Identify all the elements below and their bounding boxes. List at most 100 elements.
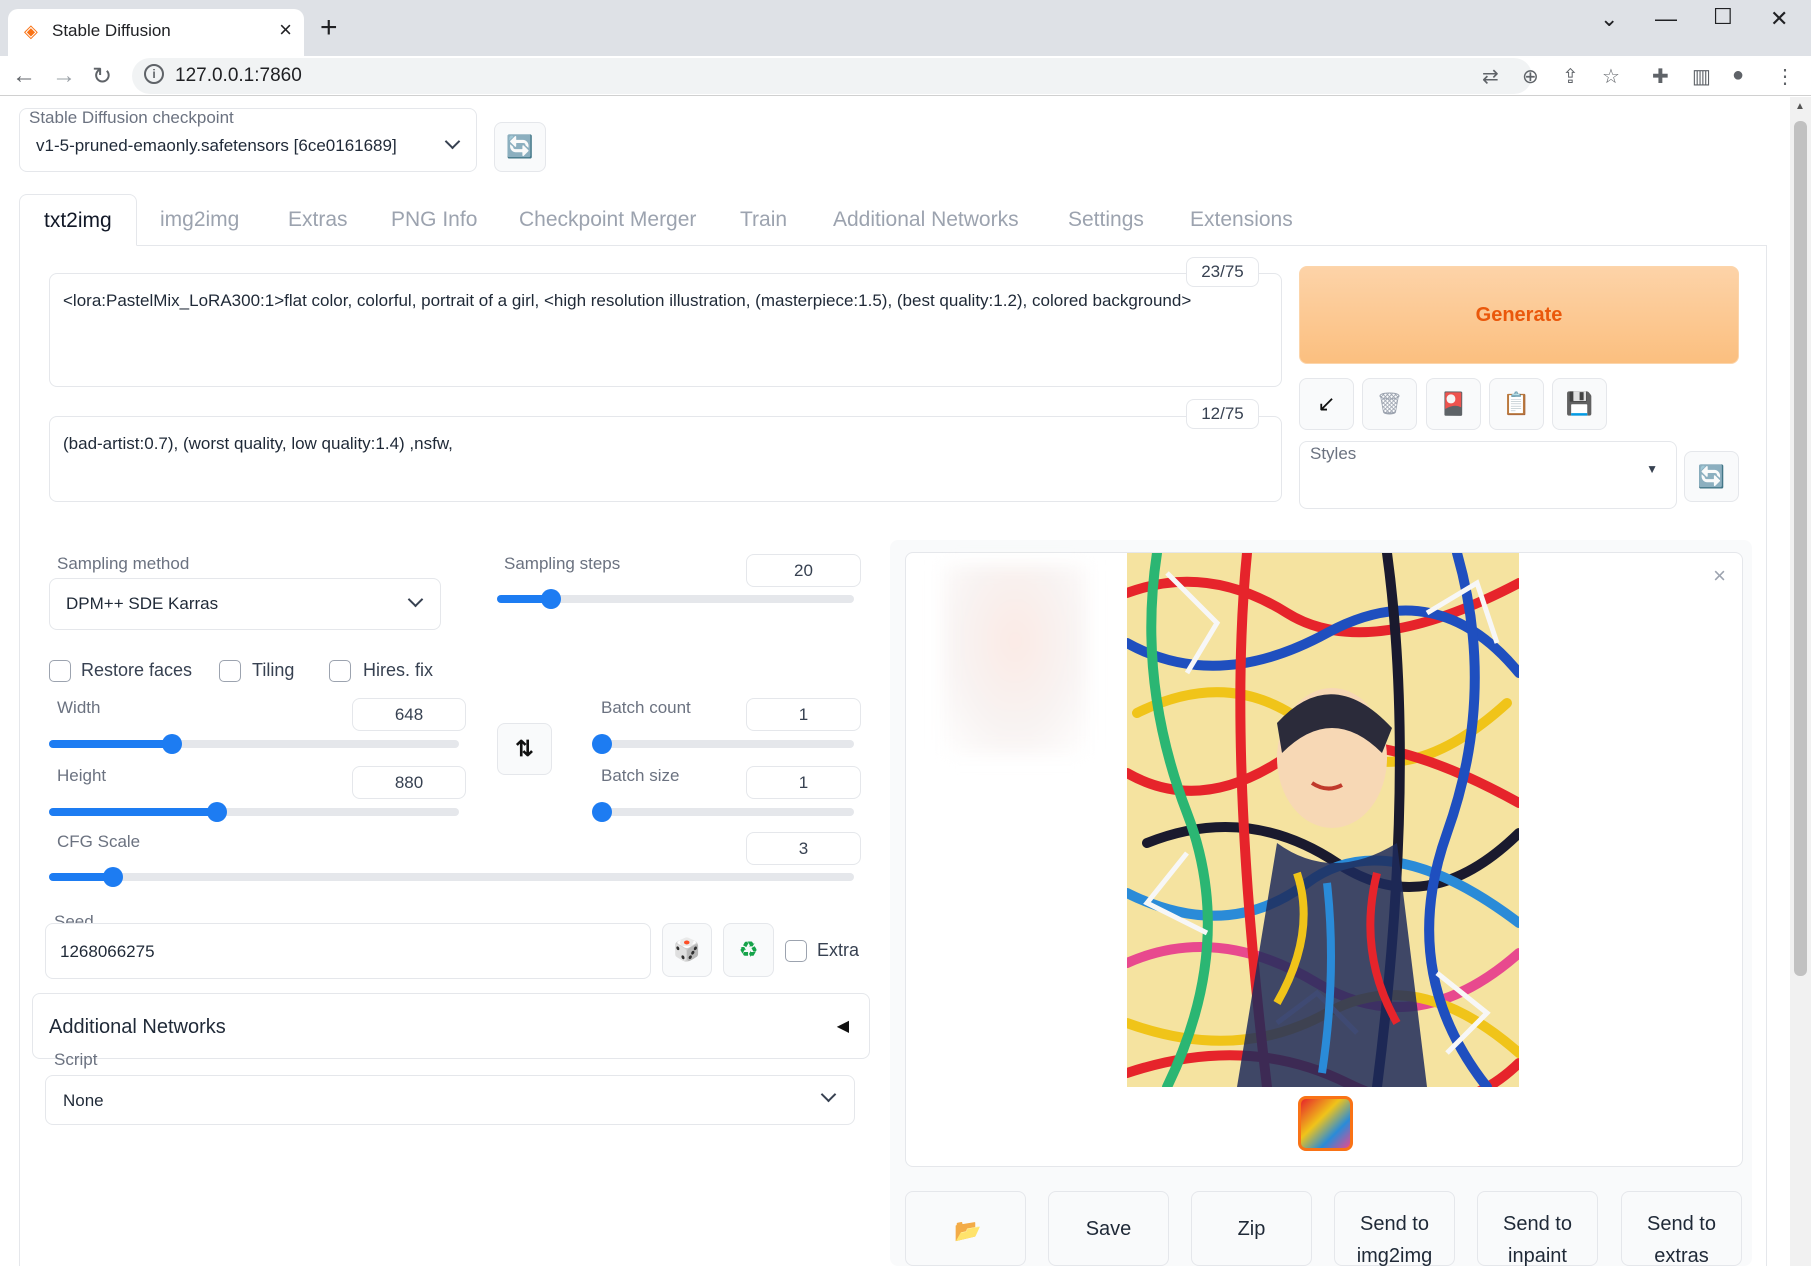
styles-label: Styles [1310, 444, 1357, 463]
folder-icon: 📂 [954, 1218, 982, 1243]
negative-prompt-textarea[interactable]: (bad-artist:0.7), (worst quality, low qu… [49, 416, 1282, 502]
open-folder-button[interactable]: 📂 [905, 1191, 1026, 1266]
send-to-inpaint-button[interactable]: Send to inpaint [1477, 1191, 1598, 1267]
random-seed-button[interactable]: 🎲 [662, 923, 712, 977]
tab-checkpoint-merger[interactable]: Checkpoint Merger [519, 194, 696, 246]
height-slider[interactable] [49, 802, 459, 822]
height-input[interactable]: 880 [352, 766, 466, 799]
close-gallery-icon[interactable]: × [1713, 563, 1726, 589]
sampling-steps-label: Sampling steps [504, 554, 621, 573]
tab-txt2img[interactable]: txt2img [19, 194, 137, 246]
translate-icon[interactable]: ⇄ [1482, 64, 1499, 89]
checkpoint-select[interactable]: v1-5-pruned-emaonly.safetensors [6ce0161… [19, 126, 477, 172]
prompt-token-counter: 23/75 [1186, 257, 1259, 287]
scroll-up-icon[interactable]: ▲ [1795, 101, 1805, 112]
extensions-puzzle-icon[interactable]: ✚ [1652, 64, 1669, 89]
script-label: Script [54, 1050, 98, 1069]
batch-size-input[interactable]: 1 [746, 766, 861, 799]
slider-knob[interactable] [592, 734, 612, 754]
tab-png-info[interactable]: PNG Info [391, 194, 477, 246]
sampling-method-select[interactable]: DPM++ SDE Karras [49, 578, 441, 630]
zip-button[interactable]: Zip [1191, 1191, 1312, 1266]
slider-fill [49, 740, 172, 748]
seed-input[interactable]: 1268066275 [45, 923, 651, 979]
swap-dimensions-button[interactable]: ⇅ [497, 723, 552, 775]
tab-extensions[interactable]: Extensions [1190, 194, 1293, 246]
forward-icon[interactable]: → [52, 62, 76, 90]
slider-knob[interactable] [162, 734, 182, 754]
hires-fix-checkbox[interactable] [329, 660, 351, 682]
batch-count-input[interactable]: 1 [746, 698, 861, 731]
prompt-textarea[interactable]: <lora:PastelMix_LoRA300:1>flat color, co… [49, 273, 1282, 387]
reuse-seed-button[interactable]: ♻ [723, 923, 774, 977]
gallery-thumbnail[interactable] [1298, 1096, 1353, 1151]
read-params-button[interactable]: ↙ [1299, 378, 1354, 430]
reload-icon[interactable]: ↻ [92, 62, 112, 91]
refresh-styles-button[interactable]: 🔄 [1684, 451, 1739, 502]
tab-search-chevron-icon[interactable]: ⌄ [1600, 6, 1618, 32]
batch-count-slider[interactable] [592, 734, 854, 754]
cfg-scale-input[interactable]: 3 [746, 832, 861, 865]
card-icon: 🎴 [1439, 391, 1468, 416]
send-to-extras-button[interactable]: Send to extras [1621, 1191, 1742, 1267]
generate-button[interactable]: Generate [1299, 266, 1739, 364]
extra-seed-checkbox[interactable] [785, 940, 807, 962]
tab-train[interactable]: Train [740, 194, 787, 246]
extra-networks-button[interactable]: 🎴 [1426, 378, 1481, 430]
bookmark-star-icon[interactable]: ☆ [1602, 64, 1620, 89]
cfg-scale-slider[interactable] [49, 867, 854, 887]
additional-networks-title: Additional Networks [49, 1016, 226, 1038]
window-close-icon[interactable]: ✕ [1770, 6, 1788, 32]
maximize-icon[interactable]: ☐ [1713, 4, 1733, 30]
styles-dropdown[interactable]: Styles ▼ [1299, 441, 1677, 509]
save-style-button[interactable]: 💾 [1552, 378, 1607, 430]
restore-faces-checkbox[interactable] [49, 660, 71, 682]
clear-prompt-button[interactable]: 🗑 [1362, 378, 1417, 430]
negative-prompt-token-counter: 12/75 [1186, 399, 1259, 429]
stable-diffusion-favicon-icon: ◈ [24, 21, 38, 41]
side-panel-icon[interactable]: ▥ [1692, 64, 1711, 89]
page-scrollbar[interactable]: ▲ [1790, 97, 1811, 1266]
site-info-icon[interactable]: i [144, 64, 164, 84]
width-slider[interactable] [49, 734, 459, 754]
scrollbar-thumb[interactable] [1794, 121, 1807, 976]
blurred-preview-image [942, 565, 1088, 755]
refresh-checkpoint-button[interactable]: 🔄 [494, 122, 546, 172]
sampling-method-label: Sampling method [57, 554, 190, 573]
browser-tab[interactable]: ◈ Stable Diffusion × [8, 9, 304, 56]
script-select[interactable]: None [45, 1075, 855, 1125]
arrow-down-left-icon: ↙ [1317, 391, 1336, 416]
generated-image[interactable] [1127, 553, 1519, 1087]
width-input[interactable]: 648 [352, 698, 466, 731]
tiling-checkbox[interactable] [219, 660, 241, 682]
slider-knob[interactable] [207, 802, 228, 822]
browser-menu-icon[interactable]: ⋮ [1775, 64, 1795, 89]
additional-networks-accordion[interactable]: Additional Networks ◀ [32, 993, 870, 1059]
save-button[interactable]: Save [1048, 1191, 1169, 1266]
share-icon[interactable]: ⇪ [1562, 64, 1579, 89]
send-to-img2img-button[interactable]: Send to img2img [1334, 1191, 1455, 1267]
slider-knob[interactable] [540, 589, 561, 609]
tab-extras[interactable]: Extras [288, 194, 348, 246]
slider-knob[interactable] [592, 802, 612, 822]
minimize-icon[interactable]: — [1655, 6, 1677, 32]
zoom-icon[interactable]: ⊕ [1522, 64, 1539, 89]
tab-settings[interactable]: Settings [1068, 194, 1144, 246]
checkpoint-value: v1-5-pruned-emaonly.safetensors [6ce0161… [36, 136, 397, 155]
swap-arrows-icon: ⇅ [515, 736, 534, 761]
batch-size-slider[interactable] [592, 802, 854, 822]
sampling-steps-input[interactable]: 20 [746, 554, 861, 587]
apply-style-button[interactable]: 📋 [1489, 378, 1544, 430]
profile-avatar-icon[interactable]: ● [1732, 64, 1744, 87]
cfg-scale-label: CFG Scale [57, 832, 141, 851]
close-tab-icon[interactable]: × [279, 17, 292, 43]
tab-img2img[interactable]: img2img [160, 194, 239, 246]
back-icon[interactable]: ← [12, 62, 36, 90]
tab-additional-networks[interactable]: Additional Networks [833, 194, 1019, 246]
chevron-down-icon [444, 133, 461, 150]
address-bar[interactable]: i 127.0.0.1:7860 [132, 58, 1532, 94]
batch-size-label: Batch size [601, 766, 680, 785]
new-tab-icon[interactable]: + [320, 10, 338, 46]
sampling-steps-slider[interactable] [497, 589, 854, 609]
chevron-down-icon [820, 1086, 837, 1103]
